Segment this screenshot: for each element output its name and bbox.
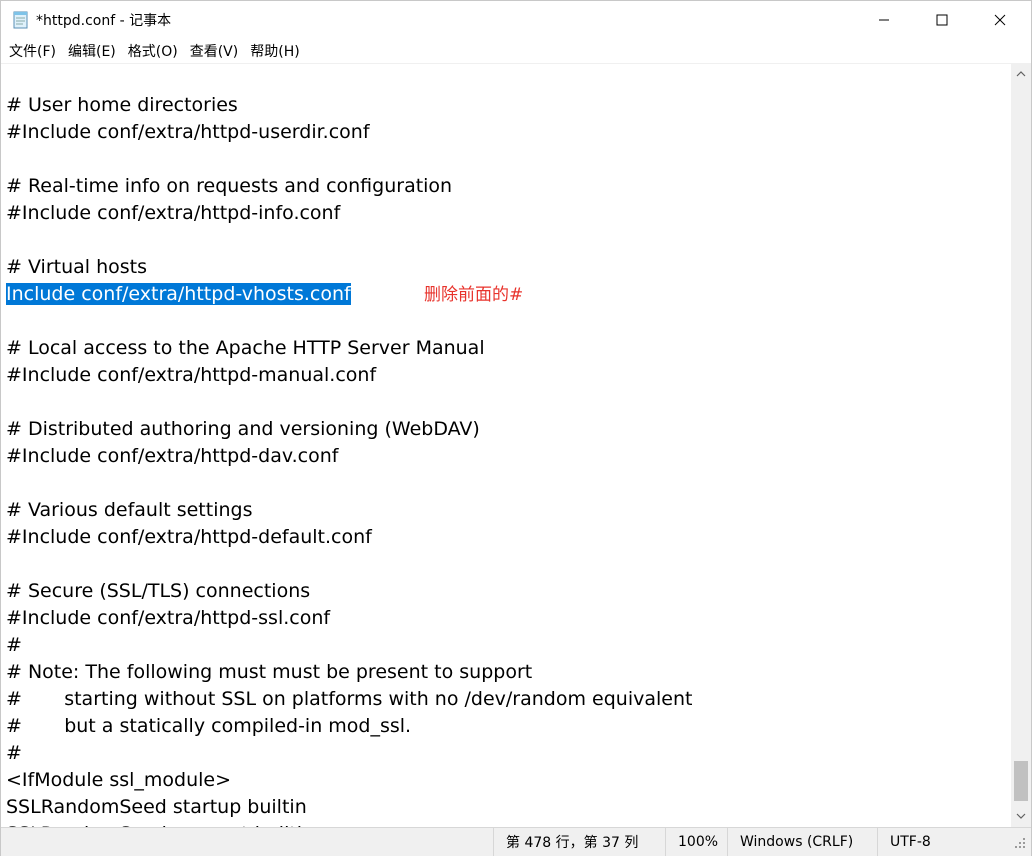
text-line[interactable]: # [6,740,692,767]
text-line[interactable]: # Distributed authoring and versioning (… [6,416,692,443]
line-text: # Various default settings [6,499,253,521]
window-title: *httpd.conf - 记事本 [36,13,172,29]
notepad-icon [12,11,30,29]
text-line[interactable]: # Local access to the Apache HTTP Server… [6,335,692,362]
minimize-icon [879,19,889,21]
scroll-down-button[interactable] [1011,805,1031,827]
line-text: # but a statically compiled-in mod_ssl. [6,715,412,737]
text-line[interactable]: # starting without SSL on platforms with… [6,686,692,713]
close-icon [994,14,1006,26]
text-line[interactable]: Include conf/extra/httpd-vhosts.conf [6,281,692,308]
status-zoom: 100% [665,828,727,856]
line-text: <IfModule ssl_module> [6,769,232,791]
scrollbar-thumb[interactable] [1014,761,1028,801]
text-line[interactable] [6,551,692,578]
line-text: # User home directories [6,94,238,116]
title-bar[interactable]: *httpd.conf - 记事本 [1,1,1031,39]
line-text: # Secure (SSL/TLS) connections [6,580,311,602]
text-line[interactable]: # Secure (SSL/TLS) connections [6,578,692,605]
text-line[interactable] [6,227,692,254]
text-line[interactable]: #Include conf/extra/httpd-ssl.conf [6,605,692,632]
menu-format[interactable]: 格式(O) [122,39,184,63]
text-editor[interactable]: # User home directories #Include conf/ext… [1,63,1011,828]
text-line[interactable]: SSLRandomSeed startup builtin [6,794,692,821]
status-bar: 第 478 行，第 37 列 100% Windows (CRLF) UTF-8 [1,827,1031,856]
menu-view[interactable]: 查看(V) [184,39,245,63]
status-line-ending: Windows (CRLF) [727,828,877,856]
text-line[interactable]: #Include conf/extra/httpd-manual.conf [6,362,692,389]
chevron-down-icon [1016,813,1026,819]
close-button[interactable] [971,1,1029,39]
menu-edit[interactable]: 编辑(E) [62,39,122,63]
line-text: #Include conf/extra/httpd-manual.conf [6,364,377,386]
text-line[interactable] [6,470,692,497]
text-line[interactable]: # Various default settings [6,497,692,524]
chevron-up-icon [1016,71,1026,77]
text-line[interactable]: #Include conf/extra/httpd-default.conf [6,524,692,551]
text-line[interactable]: # Virtual hosts [6,254,692,281]
line-text: # Note: The following must must be prese… [6,661,533,683]
annotation-note: 删除前面的# [424,285,524,305]
line-text: SSLRandomSeed startup builtin [6,796,307,818]
maximize-icon [936,14,948,26]
text-line[interactable]: # Note: The following must must be prese… [6,659,692,686]
text-line[interactable]: #Include conf/extra/httpd-userdir.conf [6,119,692,146]
line-text: # [6,742,22,764]
text-line[interactable] [6,389,692,416]
line-text: # Distributed authoring and versioning (… [6,418,480,440]
scroll-up-button[interactable] [1011,63,1031,85]
editor-lines[interactable]: # User home directories #Include conf/ext… [6,92,692,828]
status-cursor-position: 第 478 行，第 37 列 [493,828,665,856]
text-line[interactable]: # User home directories [6,92,692,119]
resize-grip-icon[interactable] [1013,836,1027,850]
text-line[interactable]: #Include conf/extra/httpd-dav.conf [6,443,692,470]
line-text: # [6,634,22,656]
line-text: #Include conf/extra/httpd-info.conf [6,202,341,224]
maximize-button[interactable] [913,1,971,39]
text-line[interactable]: # Real-time info on requests and configu… [6,173,692,200]
menu-bar: 文件(F) 编辑(E) 格式(O) 查看(V) 帮助(H) [1,39,1031,63]
line-text: # Local access to the Apache HTTP Server… [6,337,485,359]
text-line[interactable] [6,146,692,173]
selected-text: Include conf/extra/httpd-vhosts.conf [6,283,351,305]
line-text: # Real-time info on requests and configu… [6,175,453,197]
line-text: #Include conf/extra/httpd-userdir.conf [6,121,370,143]
menu-help[interactable]: 帮助(H) [244,39,305,63]
line-text: # starting without SSL on platforms with… [6,688,693,710]
text-line[interactable]: #Include conf/extra/httpd-info.conf [6,200,692,227]
line-text: #Include conf/extra/httpd-default.conf [6,526,372,548]
text-line[interactable]: # but a statically compiled-in mod_ssl. [6,713,692,740]
status-encoding: UTF-8 [877,828,1011,856]
menu-file[interactable]: 文件(F) [3,39,62,63]
line-text: #Include conf/extra/httpd-ssl.conf [6,607,331,629]
line-text: #Include conf/extra/httpd-dav.conf [6,445,339,467]
notepad-window: *httpd.conf - 记事本 文件(F) 编辑(E) 格式(O) 查看(V… [0,0,1032,856]
text-line[interactable] [6,308,692,335]
minimize-button[interactable] [855,1,913,39]
text-line[interactable]: # [6,632,692,659]
text-line[interactable]: <IfModule ssl_module> [6,767,692,794]
vertical-scrollbar[interactable] [1011,63,1031,827]
line-text: # Virtual hosts [6,256,147,278]
